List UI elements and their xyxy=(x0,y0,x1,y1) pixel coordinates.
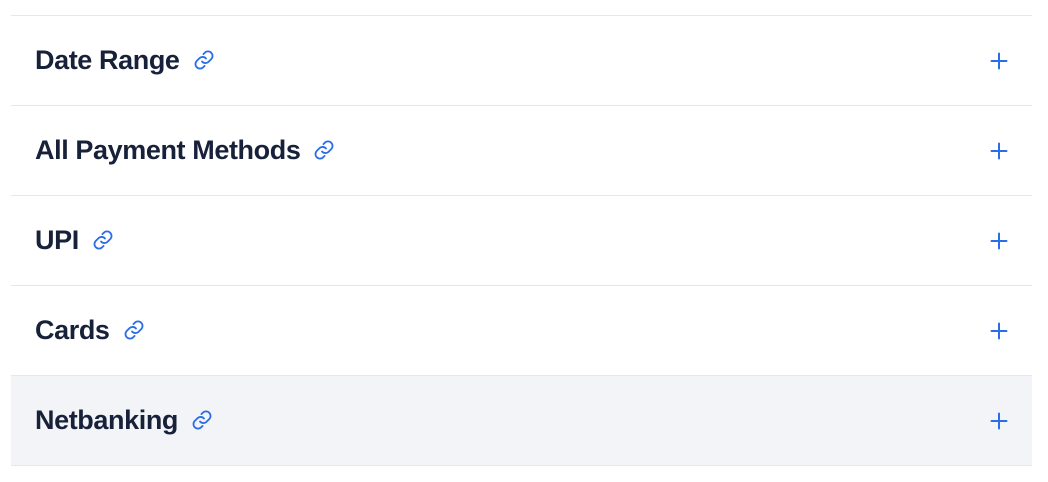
plus-icon[interactable] xyxy=(988,320,1010,342)
accordion-item-title: Netbanking xyxy=(35,405,179,435)
accordion-item-title: All Payment Methods xyxy=(35,135,301,165)
accordion-header: UPI xyxy=(35,225,115,256)
accordion-item-title: Date Range xyxy=(35,45,180,75)
accordion-header: All Payment Methods xyxy=(35,135,336,166)
accordion-item-upi[interactable]: UPI xyxy=(11,196,1032,286)
accordion-header: Date Range xyxy=(35,45,216,76)
link-icon[interactable] xyxy=(192,48,216,72)
link-icon[interactable] xyxy=(312,138,336,162)
link-icon[interactable] xyxy=(91,228,115,252)
accordion-item-all-payment-methods[interactable]: All Payment Methods xyxy=(11,106,1032,196)
accordion-header: Netbanking xyxy=(35,405,214,436)
plus-icon[interactable] xyxy=(988,140,1010,162)
link-icon[interactable] xyxy=(122,318,146,342)
accordion-item-netbanking[interactable]: Netbanking xyxy=(11,376,1032,466)
faq-accordion: Date Range All Payment Methods UPI Cards… xyxy=(11,15,1032,466)
plus-icon[interactable] xyxy=(988,50,1010,72)
accordion-item-title: UPI xyxy=(35,225,79,255)
accordion-item-title: Cards xyxy=(35,315,110,345)
accordion-item-cards[interactable]: Cards xyxy=(11,286,1032,376)
link-icon[interactable] xyxy=(190,408,214,432)
accordion-item-date-range[interactable]: Date Range xyxy=(11,16,1032,106)
accordion-header: Cards xyxy=(35,315,146,346)
plus-icon[interactable] xyxy=(988,410,1010,432)
plus-icon[interactable] xyxy=(988,230,1010,252)
